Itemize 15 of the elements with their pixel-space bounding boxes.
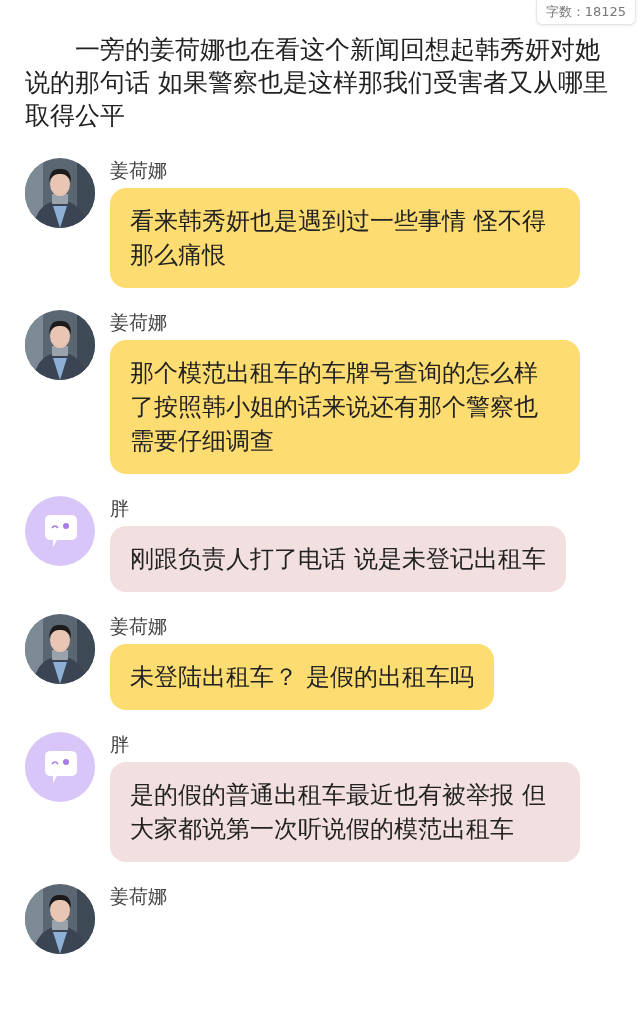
sender-name: 姜荷娜 bbox=[110, 884, 167, 908]
chat-avatar-icon bbox=[25, 732, 95, 802]
message-bubble: 那个模范出租车的车牌号查询的怎么样了按照韩小姐的话来说还有那个警察也需要仔细调查 bbox=[110, 340, 580, 474]
message-bubble: 刚跟负责人打了电话 说是未登记出租车 bbox=[110, 526, 566, 592]
word-count: 字数：18125 bbox=[535, 0, 636, 25]
chat-avatar-icon bbox=[25, 496, 95, 566]
message-bubble: 看来韩秀妍也是遇到过一些事情 怪不得那么痛恨 bbox=[110, 188, 580, 288]
sender-name: 姜荷娜 bbox=[110, 310, 168, 334]
story-paragraph: 一旁的姜荷娜也在看这个新闻回想起韩秀妍对她说的那句话 如果警察也是这样那我们受害者又从哪里取得公平 bbox=[25, 34, 609, 132]
message-bubble: 是的假的普通出租车最近也有被举报 但大家都说第一次听说假的模范出租车 bbox=[110, 762, 580, 862]
sender-name: 姜荷娜 bbox=[110, 614, 168, 638]
sender-name: 胖 bbox=[110, 732, 130, 756]
sender-name: 胖 bbox=[110, 496, 130, 520]
message-bubble: 未登陆出租车？ 是假的出租车吗 bbox=[110, 644, 494, 710]
sender-name: 姜荷娜 bbox=[110, 158, 168, 182]
